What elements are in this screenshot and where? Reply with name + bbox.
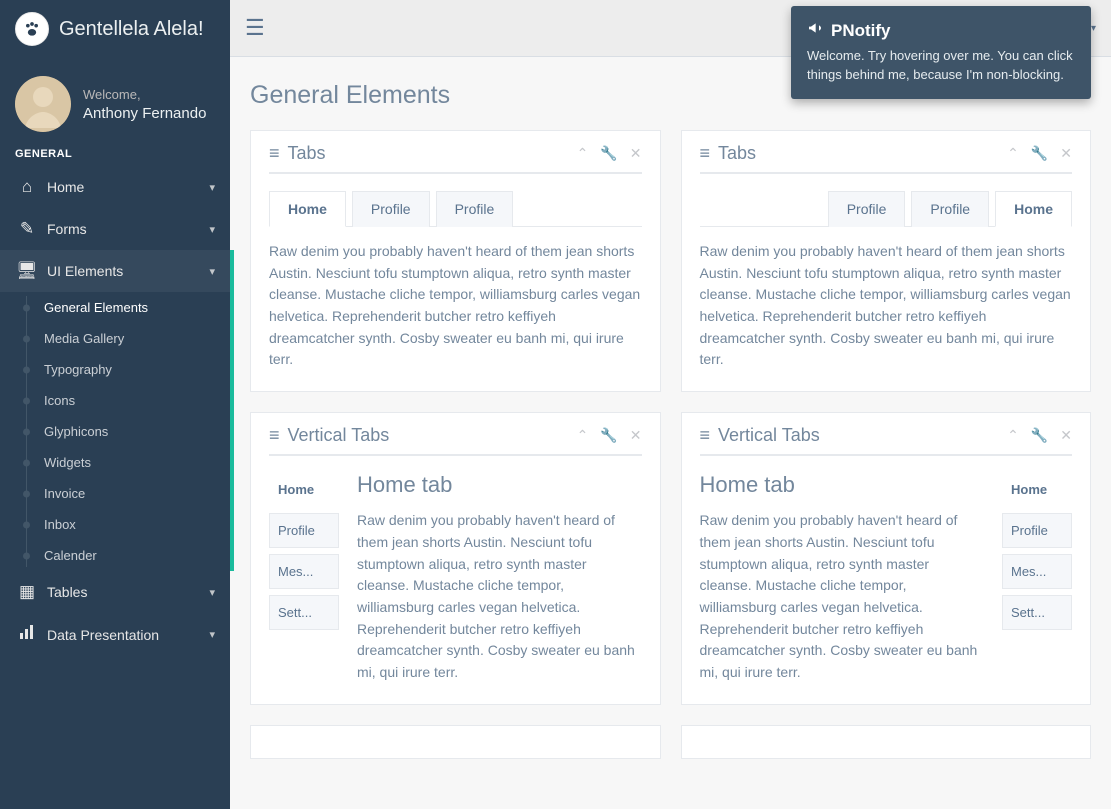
table-icon: ▦ bbox=[15, 582, 39, 602]
sidebar-item-label: Forms bbox=[47, 221, 87, 237]
panel-title: Vertical Tabs bbox=[718, 425, 820, 446]
panel-placeholder bbox=[250, 725, 661, 759]
sidebar-item-data-presentation[interactable]: Data Presentation ▾ bbox=[0, 613, 230, 656]
chevron-down-icon: ▾ bbox=[209, 586, 215, 599]
tab-home[interactable]: Home bbox=[269, 191, 346, 227]
panel-tabs-left: ≡ Tabs ⌃ 🔧 ✕ Home Profile Profile Raw den… bbox=[250, 130, 661, 392]
wrench-icon[interactable]: 🔧 bbox=[1031, 145, 1048, 162]
vtab-heading: Home tab bbox=[700, 472, 985, 498]
tab-profile[interactable]: Profile bbox=[352, 191, 430, 227]
pnotify-title: PNotify bbox=[831, 21, 891, 41]
panel-title: Tabs bbox=[288, 143, 326, 164]
submenu-item-calender[interactable]: Calender bbox=[0, 540, 230, 571]
close-icon[interactable]: ✕ bbox=[1060, 145, 1072, 162]
panel-placeholder bbox=[681, 725, 1092, 759]
pnotify-body: Welcome. Try hovering over me. You can c… bbox=[807, 47, 1075, 85]
panel-tabs-right: ≡ Tabs ⌃ 🔧 ✕ Profile Profile Home Raw den… bbox=[681, 130, 1092, 392]
chevron-down-icon: ▾ bbox=[1091, 23, 1096, 34]
home-icon: ⌂ bbox=[15, 177, 39, 197]
sidebar-item-forms[interactable]: ✎ Forms ▾ bbox=[0, 208, 230, 250]
vtab-profile[interactable]: Profile bbox=[269, 513, 339, 548]
bars-icon: ≡ bbox=[269, 425, 280, 446]
welcome-text: Welcome, bbox=[83, 87, 206, 102]
sidebar: Gentellela Alela! Welcome, Anthony Ferna… bbox=[0, 0, 230, 809]
chevron-down-icon: ▾ bbox=[209, 181, 215, 194]
vtab-text: Raw denim you probably haven't heard of … bbox=[700, 510, 985, 684]
tab-home[interactable]: Home bbox=[995, 191, 1072, 227]
vtab-settings[interactable]: Sett... bbox=[1002, 595, 1072, 630]
chevron-down-icon: ▾ bbox=[209, 628, 215, 641]
submenu-item-media-gallery[interactable]: Media Gallery bbox=[0, 323, 230, 354]
submenu-ui: General Elements Media Gallery Typograph… bbox=[0, 292, 230, 571]
profile-block: Welcome, Anthony Fernando bbox=[0, 58, 230, 142]
panel-title: Tabs bbox=[718, 143, 756, 164]
sidebar-item-label: UI Elements bbox=[47, 263, 123, 279]
submenu-item-inbox[interactable]: Inbox bbox=[0, 509, 230, 540]
wrench-icon[interactable]: 🔧 bbox=[600, 427, 617, 444]
panel-vtabs-right: ≡ Vertical Tabs ⌃ 🔧 ✕ Home Profile Mes... bbox=[681, 412, 1092, 705]
close-icon[interactable]: ✕ bbox=[630, 427, 642, 444]
brand[interactable]: Gentellela Alela! bbox=[0, 0, 230, 58]
desktop-icon: 🖥 bbox=[15, 261, 39, 281]
sidebar-item-label: Data Presentation bbox=[47, 627, 159, 643]
close-icon[interactable]: ✕ bbox=[1060, 427, 1072, 444]
tab-content: Raw denim you probably haven't heard of … bbox=[700, 241, 1073, 371]
panel-title: Vertical Tabs bbox=[288, 425, 390, 446]
submenu-item-glyphicons[interactable]: Glyphicons bbox=[0, 416, 230, 447]
tab-content: Raw denim you probably haven't heard of … bbox=[269, 241, 642, 371]
menu-toggle-button[interactable]: ☰ bbox=[245, 15, 265, 41]
vtab-text: Raw denim you probably haven't heard of … bbox=[357, 510, 642, 684]
submenu-item-general-elements[interactable]: General Elements bbox=[0, 292, 230, 323]
vtab-messages[interactable]: Mes... bbox=[269, 554, 339, 589]
submenu-item-invoice[interactable]: Invoice bbox=[0, 478, 230, 509]
collapse-icon[interactable]: ⌃ bbox=[1007, 145, 1019, 162]
sidebar-item-home[interactable]: ⌂ Home ▾ bbox=[0, 166, 230, 208]
chevron-down-icon: ▾ bbox=[209, 265, 215, 278]
section-title: GENERAL bbox=[0, 142, 230, 166]
collapse-icon[interactable]: ⌃ bbox=[577, 145, 589, 162]
collapse-icon[interactable]: ⌃ bbox=[1007, 427, 1019, 444]
chevron-down-icon: ▾ bbox=[209, 223, 215, 236]
bars-icon: ≡ bbox=[700, 143, 711, 164]
vtab-profile[interactable]: Profile bbox=[1002, 513, 1072, 548]
submenu-item-typography[interactable]: Typography bbox=[0, 354, 230, 385]
username: Anthony Fernando bbox=[83, 105, 206, 122]
bars-icon: ≡ bbox=[269, 143, 280, 164]
tab-profile[interactable]: Profile bbox=[828, 191, 906, 227]
edit-icon: ✎ bbox=[15, 219, 39, 239]
vtab-heading: Home tab bbox=[357, 472, 642, 498]
panel-vtabs-left: ≡ Vertical Tabs ⌃ 🔧 ✕ Home Profile Mes... bbox=[250, 412, 661, 705]
sidebar-item-ui-elements[interactable]: 🖥 UI Elements ▾ bbox=[0, 250, 230, 292]
close-icon[interactable]: ✕ bbox=[630, 145, 642, 162]
vtab-home[interactable]: Home bbox=[1002, 472, 1072, 507]
wrench-icon[interactable]: 🔧 bbox=[600, 145, 617, 162]
avatar bbox=[15, 76, 71, 132]
collapse-icon[interactable]: ⌃ bbox=[577, 427, 589, 444]
tab-profile-2[interactable]: Profile bbox=[911, 191, 989, 227]
pnotify-toast[interactable]: PNotify Welcome. Try hovering over me. Y… bbox=[791, 6, 1091, 99]
vtab-home[interactable]: Home bbox=[269, 472, 339, 507]
bullhorn-icon bbox=[807, 20, 823, 41]
sidebar-item-label: Home bbox=[47, 179, 84, 195]
tab-profile-2[interactable]: Profile bbox=[436, 191, 514, 227]
wrench-icon[interactable]: 🔧 bbox=[1031, 427, 1048, 444]
brand-text: Gentellela Alela! bbox=[59, 18, 204, 41]
bars-icon: ≡ bbox=[700, 425, 711, 446]
submenu-item-icons[interactable]: Icons bbox=[0, 385, 230, 416]
sidebar-item-label: Tables bbox=[47, 584, 87, 600]
vtab-messages[interactable]: Mes... bbox=[1002, 554, 1072, 589]
vtab-settings[interactable]: Sett... bbox=[269, 595, 339, 630]
sidebar-item-tables[interactable]: ▦ Tables ▾ bbox=[0, 571, 230, 613]
paw-icon bbox=[15, 12, 49, 46]
submenu-item-widgets[interactable]: Widgets bbox=[0, 447, 230, 478]
bar-chart-icon bbox=[15, 624, 39, 645]
